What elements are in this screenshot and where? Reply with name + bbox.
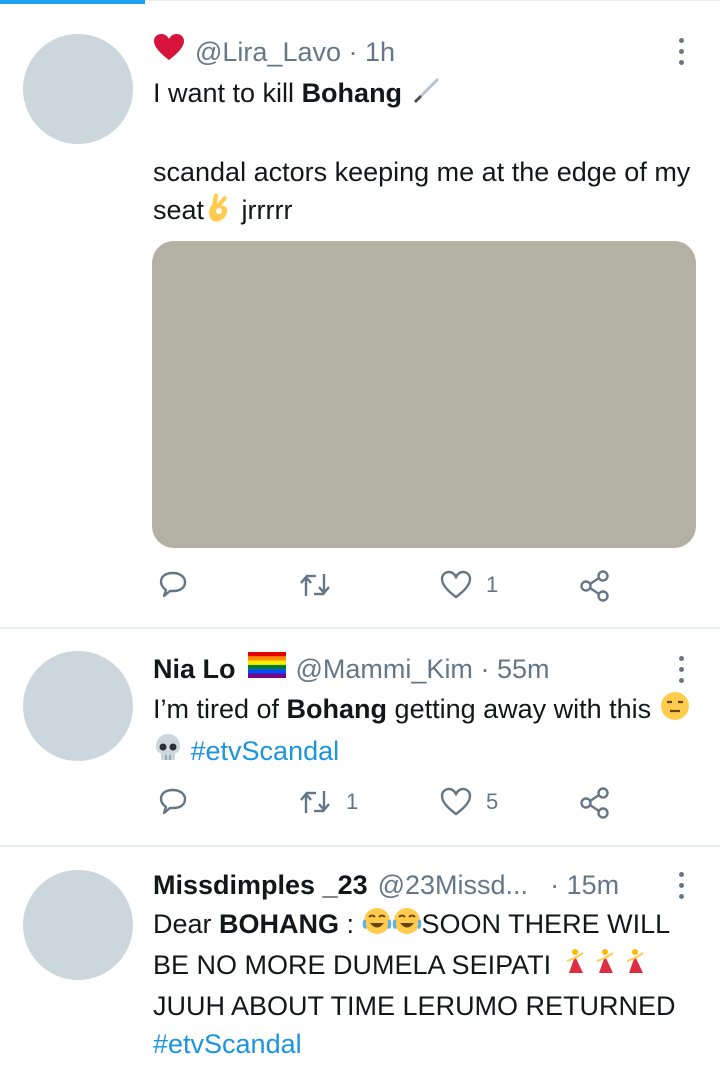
- tweet-1[interactable]: @Lira_Lavo · 1h I want to kill Bohang sc…: [0, 0, 720, 629]
- avatar[interactable]: [23, 651, 133, 761]
- tweet-handle[interactable]: @Mammi_Kim: [296, 651, 473, 687]
- mention-bold: Bohang: [286, 694, 388, 725]
- tweet-text-part: I want to kill: [153, 78, 302, 108]
- share-button[interactable]: [579, 787, 611, 819]
- hashtag-link[interactable]: #etvScandal: [153, 1029, 302, 1059]
- like-icon: [440, 570, 472, 599]
- reply-icon: [159, 788, 187, 815]
- more-icon[interactable]: [672, 656, 690, 683]
- ok-hand-icon: [204, 191, 234, 233]
- share-icon: [580, 570, 609, 602]
- hashtag-link[interactable]: #etvScandal: [191, 736, 340, 766]
- dancer-icon: [589, 947, 619, 987]
- tweet-header: Nia Lo @Mammi_Kim · 55m: [153, 651, 690, 687]
- tweet-text: Dear BOHANG : SOON THERE WILL BE NO MORE…: [153, 905, 702, 1063]
- tweet-time[interactable]: 15m: [567, 867, 620, 903]
- like-button[interactable]: 1: [440, 570, 498, 600]
- rainbow-flag-icon: [247, 651, 286, 687]
- retweet-count: 1: [346, 789, 359, 814]
- retweet-icon: [300, 791, 330, 813]
- skull-icon: [153, 732, 183, 774]
- reply-icon: [159, 571, 187, 598]
- retweet-button[interactable]: [298, 570, 332, 600]
- action-bar: 1 5: [153, 787, 660, 823]
- like-icon: [440, 787, 472, 816]
- knife-icon: [410, 75, 440, 115]
- like-button[interactable]: 5: [440, 787, 498, 817]
- action-bar: 1: [153, 570, 660, 606]
- tweet-text: I’m tired of Bohang getting away with th…: [153, 690, 700, 774]
- mention-bold: BOHANG: [219, 909, 340, 939]
- tweet-handle[interactable]: @Lira_Lavo: [195, 34, 341, 70]
- tweet-time[interactable]: 1h: [365, 34, 395, 70]
- display-name[interactable]: Missdimples _23: [153, 867, 368, 903]
- tweet-2[interactable]: Nia Lo @Mammi_Kim · 55m I’m tired of Boh…: [0, 629, 720, 847]
- separator: ·: [341, 36, 365, 67]
- retweet-button[interactable]: 1: [298, 787, 358, 817]
- reply-button[interactable]: [158, 570, 188, 600]
- heart-icon: [153, 33, 185, 70]
- tweet-header: Missdimples _23 @23Missd... · 15m: [153, 867, 670, 903]
- media-image[interactable]: [152, 241, 696, 548]
- reply-button[interactable]: [158, 787, 188, 817]
- share-icon: [580, 787, 609, 819]
- avatar[interactable]: [23, 34, 133, 144]
- tweet-3[interactable]: Missdimples _23 @23Missd... · 15m Dear B…: [0, 847, 720, 1087]
- tweet-header: @Lira_Lavo · 1h: [153, 33, 690, 70]
- separator: ·: [550, 870, 567, 900]
- separator: ·: [472, 654, 497, 684]
- retweet-icon: [300, 574, 330, 596]
- more-icon[interactable]: [672, 872, 690, 899]
- tweet-text-part: Dear: [153, 909, 220, 939]
- mention-bold: Bohang: [301, 78, 403, 108]
- dancer-icon: [559, 947, 589, 987]
- more-icon[interactable]: [672, 38, 690, 65]
- like-count: 1: [486, 572, 499, 597]
- expressionless-face-icon: [659, 690, 691, 732]
- tweet-text-part: jrrrrr: [234, 195, 293, 225]
- tweet-time[interactable]: 55m: [497, 651, 550, 687]
- display-name[interactable]: Nia Lo: [153, 651, 236, 687]
- tweet-text-part: getting away with this: [387, 694, 659, 725]
- tweet-text-part: JUUH ABOUT TIME LERUMO RETURNED: [153, 990, 676, 1021]
- tweet-text-part: :: [339, 909, 362, 939]
- joy-face-icon: [392, 906, 422, 946]
- dancer-icon: [619, 947, 649, 987]
- share-button[interactable]: [579, 570, 611, 602]
- avatar[interactable]: [23, 870, 133, 980]
- tweet-text: I want to kill Bohang scandal actors kee…: [153, 74, 700, 233]
- like-count: 5: [486, 789, 499, 814]
- tweet-text-part: I’m tired of: [153, 694, 287, 725]
- joy-face-icon: [362, 906, 392, 946]
- tweet-handle[interactable]: @23Missd...: [378, 867, 528, 903]
